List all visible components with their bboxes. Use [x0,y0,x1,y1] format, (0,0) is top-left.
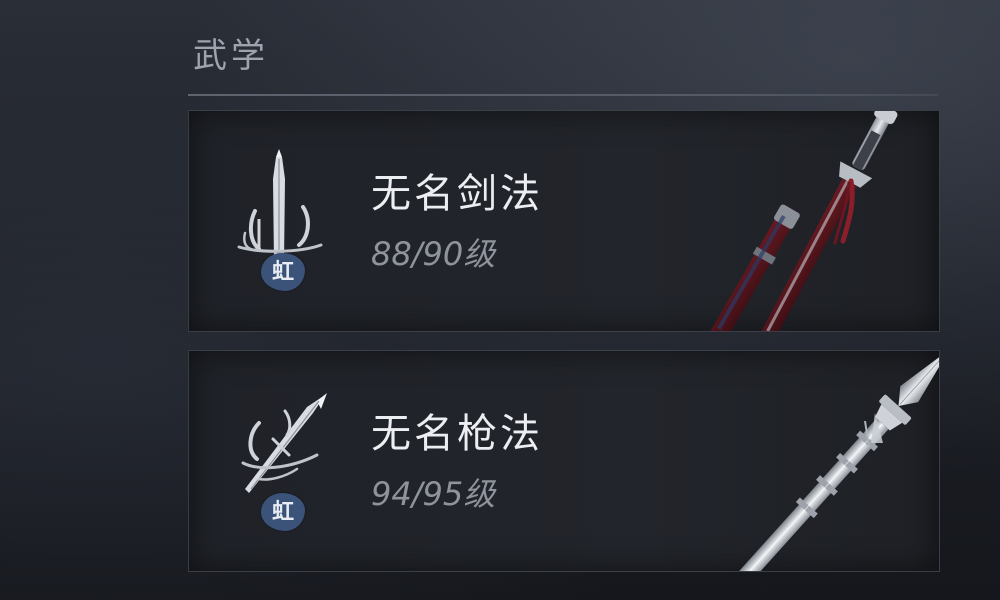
skill-name: 无名剑法 [371,171,543,217]
sword-weapon-illustration [710,111,898,331]
section-divider [188,94,938,96]
section-title: 武学 [193,36,269,76]
skill-level: 94/95级 [371,475,496,513]
rainbow-rank-badge: 虹 [261,493,305,531]
skill-card-spear[interactable]: 虹 无名枪法 94/95级 [188,350,940,572]
spear-weapon-illustration [729,351,939,571]
skill-card-sword[interactable]: 虹 无名剑法 88/90级 [188,110,940,332]
skill-level: 88/90级 [371,235,496,273]
martial-arts-panel: 武学 虹 无名剑法 88/90级 虹 无名枪法 94/95级 [0,0,1000,600]
skill-name: 无名枪法 [371,411,543,457]
rainbow-rank-badge: 虹 [261,253,305,291]
